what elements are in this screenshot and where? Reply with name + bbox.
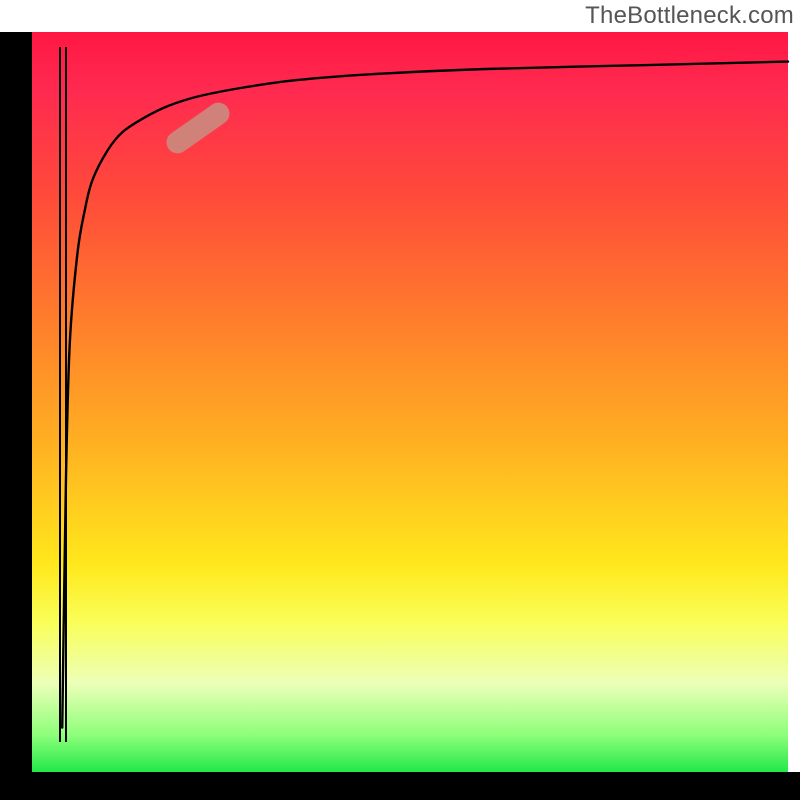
x-axis (0, 772, 800, 800)
plot-area (32, 32, 788, 772)
bottleneck-chart: TheBottleneck.com (0, 0, 800, 800)
bottleneck-curve-path (62, 62, 788, 728)
watermark-label: TheBottleneck.com (585, 2, 794, 30)
y-axis (0, 32, 32, 772)
curve-svg (32, 32, 788, 772)
